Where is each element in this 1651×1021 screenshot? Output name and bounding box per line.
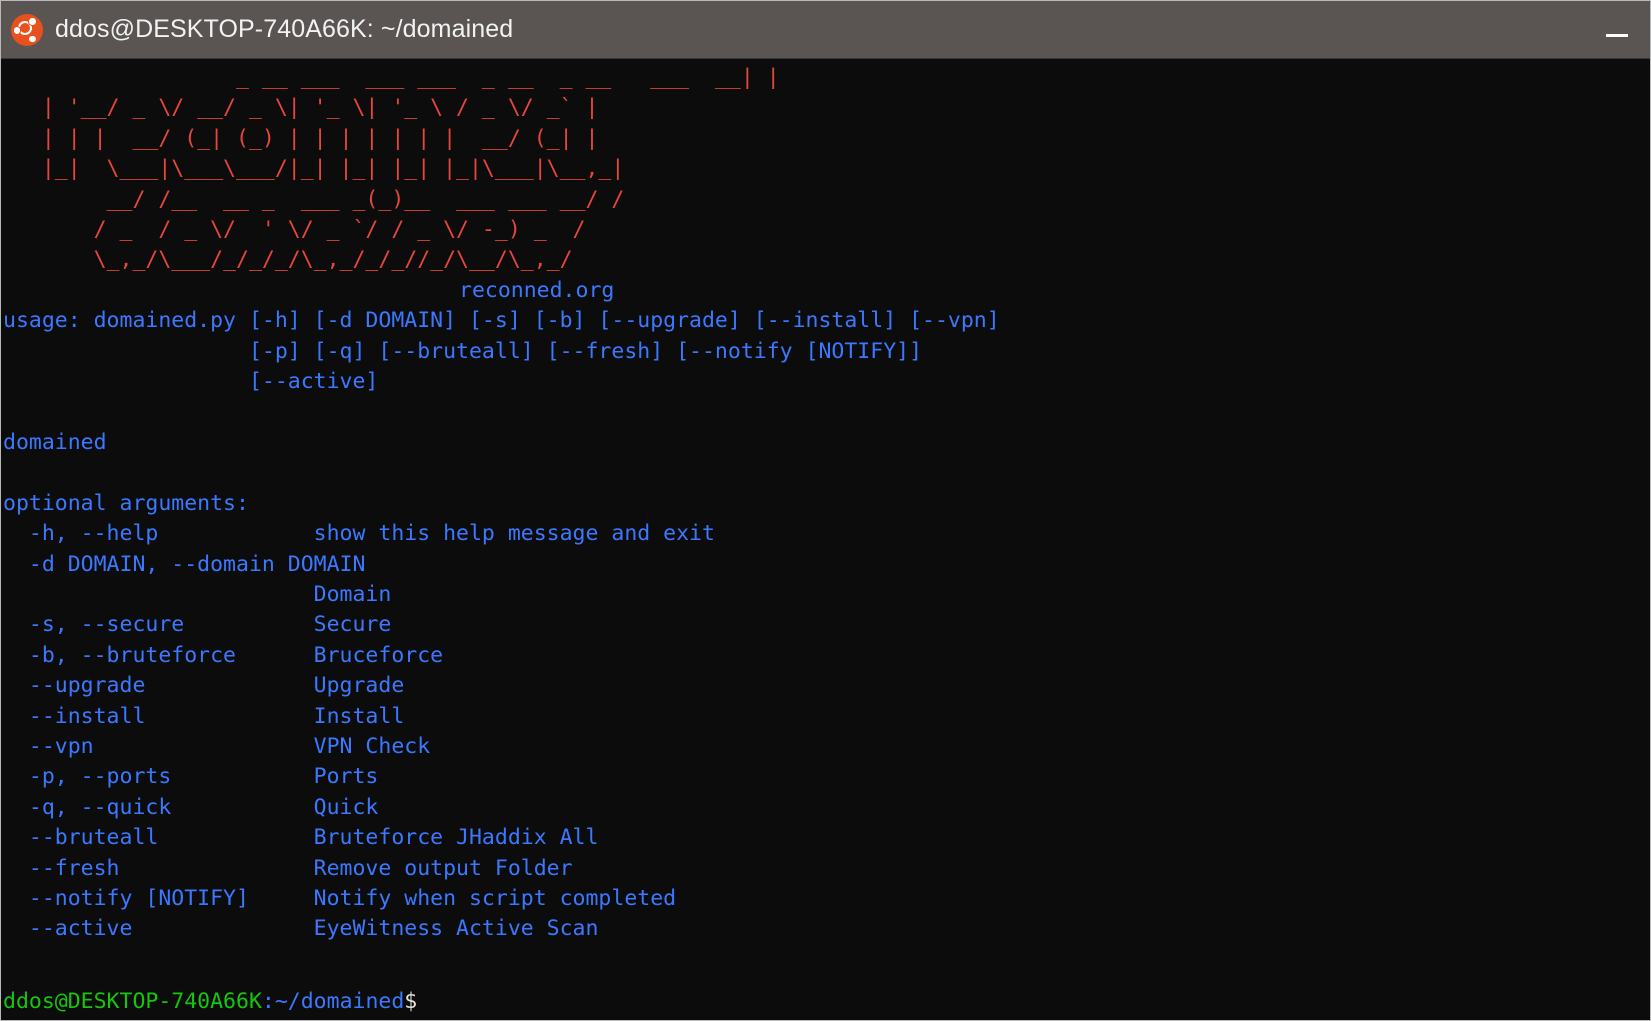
ascii-art-line-7: \_,_/\___/_/_/_/\_,_/_/_//_/\__/\_,_/ xyxy=(3,247,573,273)
ascii-art-line-5: __/ /__ __ _ ___ _(_)__ ___ ___ __/ / xyxy=(3,186,625,212)
prompt-path: ~/domained xyxy=(274,989,405,1014)
ubuntu-dot-top-right xyxy=(28,17,37,26)
window-controls xyxy=(1584,1,1650,58)
prompt-user-host: ddos@DESKTOP-740A66K xyxy=(3,989,262,1014)
blank-line-1 xyxy=(1,397,1650,427)
argument-row-upgrade: --upgrade Upgrade xyxy=(3,673,405,699)
prompt-separator: : xyxy=(261,989,275,1014)
blank-line-2 xyxy=(1,458,1650,488)
ascii-art-line-3: | | | __/ (_| (_) | | | | | | | __/ (_| … xyxy=(3,125,599,151)
shell-prompt-line[interactable]: ddos@DESKTOP-740A66K:~/domained$ xyxy=(1,988,417,1016)
argument-row-help: -h, --help show this help message and ex… xyxy=(3,521,715,547)
argument-row-secure: -s, --secure Secure xyxy=(3,612,392,638)
ascii-art-line-6: / _ / _ \/ ' \/ _ `/ / _ \/ -_) _ / xyxy=(3,217,586,243)
argument-row-domain-help: Domain xyxy=(3,581,392,607)
argument-row-fresh: --fresh Remove output Folder xyxy=(3,855,573,881)
usage-line-3: [--active] xyxy=(3,369,379,395)
terminal-output: _ __ ___ ___ ___ _ __ _ __ ___ __| | | '… xyxy=(1,59,1650,1020)
argument-row-domain-flag: -d DOMAIN, --domain DOMAIN xyxy=(3,551,366,577)
usage-line-1: usage: domained.py [-h] [-d DOMAIN] [-s]… xyxy=(3,308,1000,334)
terminal-screen[interactable]: _ __ ___ ___ ___ _ __ _ __ ___ __| | | '… xyxy=(1,59,1650,1020)
program-name: domained xyxy=(3,429,107,455)
banner-site-url: reconned.org xyxy=(459,277,615,303)
argument-row-install: --install Install xyxy=(3,703,405,729)
ascii-art-line-4: |_| \___|\___\___/|_| |_| |_| |_|\___|\_… xyxy=(3,156,625,182)
argument-row-bruteall: --bruteall Bruteforce JHaddix All xyxy=(3,825,599,851)
window-title: ddos@DESKTOP-740A66K: ~/domained xyxy=(55,15,514,43)
argument-row-ports: -p, --ports Ports xyxy=(3,764,379,790)
argument-row-bruteforce: -b, --bruteforce Bruceforce xyxy=(3,642,444,668)
terminal-window: ddos@DESKTOP-740A66K: ~/domained _ __ __… xyxy=(0,0,1651,1021)
window-titlebar[interactable]: ddos@DESKTOP-740A66K: ~/domained xyxy=(1,1,1650,59)
argument-row-active: --active EyeWitness Active Scan xyxy=(3,916,599,942)
ubuntu-dot-bottom-right xyxy=(28,34,37,43)
ascii-art-line-1: _ __ ___ ___ ___ _ __ _ __ ___ __| | xyxy=(3,65,780,90)
minimize-button[interactable] xyxy=(1584,1,1650,58)
ubuntu-dot-left xyxy=(12,26,21,35)
prompt-sigil: $ xyxy=(404,989,418,1014)
argument-row-notify: --notify [NOTIFY] Notify when script com… xyxy=(3,885,677,911)
shell-prompt: ddos@DESKTOP-740A66K:~/domained$ xyxy=(3,988,417,1016)
titlebar-left-group: ddos@DESKTOP-740A66K: ~/domained xyxy=(11,13,514,46)
optional-arguments-heading: optional arguments: xyxy=(3,490,249,516)
usage-line-2: [-p] [-q] [--bruteall] [--fresh] [--noti… xyxy=(3,338,923,364)
ubuntu-logo-icon xyxy=(11,13,43,46)
argument-row-vpn: --vpn VPN Check xyxy=(3,733,431,759)
ascii-art-line-2: | '__/ _ \/ __/ _ \| '_ \| '_ \ / _ \/ _… xyxy=(3,95,599,121)
argument-row-quick: -q, --quick Quick xyxy=(3,794,379,820)
minimize-icon xyxy=(1606,34,1628,37)
